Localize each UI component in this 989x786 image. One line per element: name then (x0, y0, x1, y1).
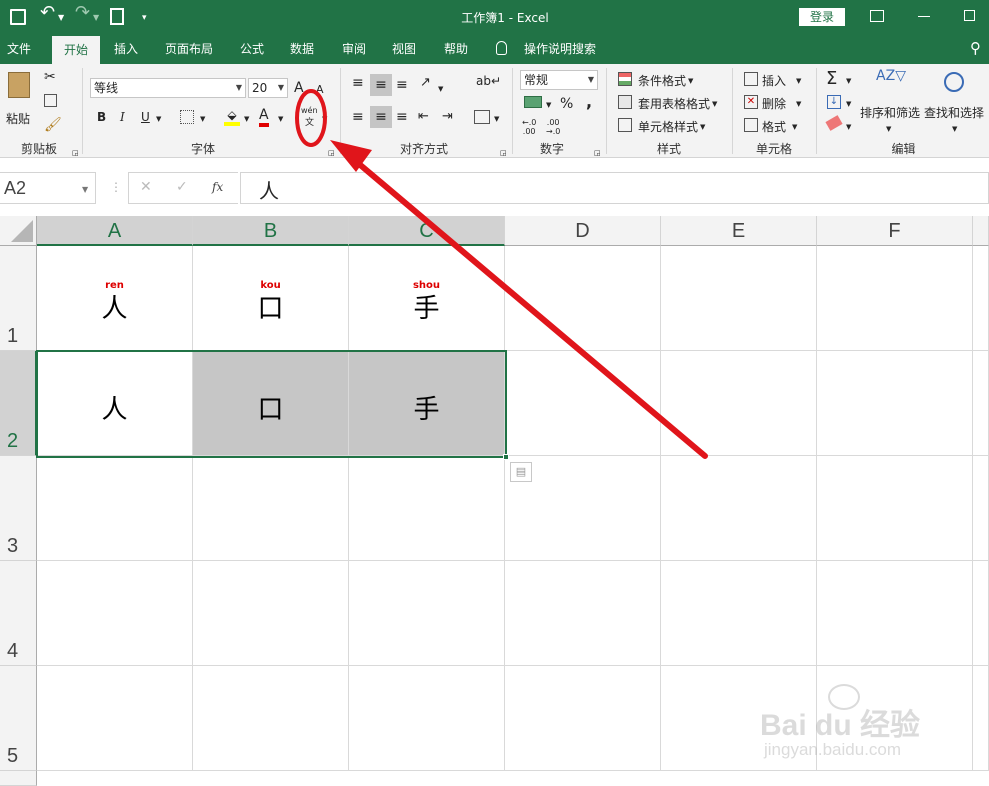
annotation-arrow-line (349, 155, 708, 459)
annotation-overlay (295, 89, 708, 459)
annotation-circle (295, 89, 327, 147)
